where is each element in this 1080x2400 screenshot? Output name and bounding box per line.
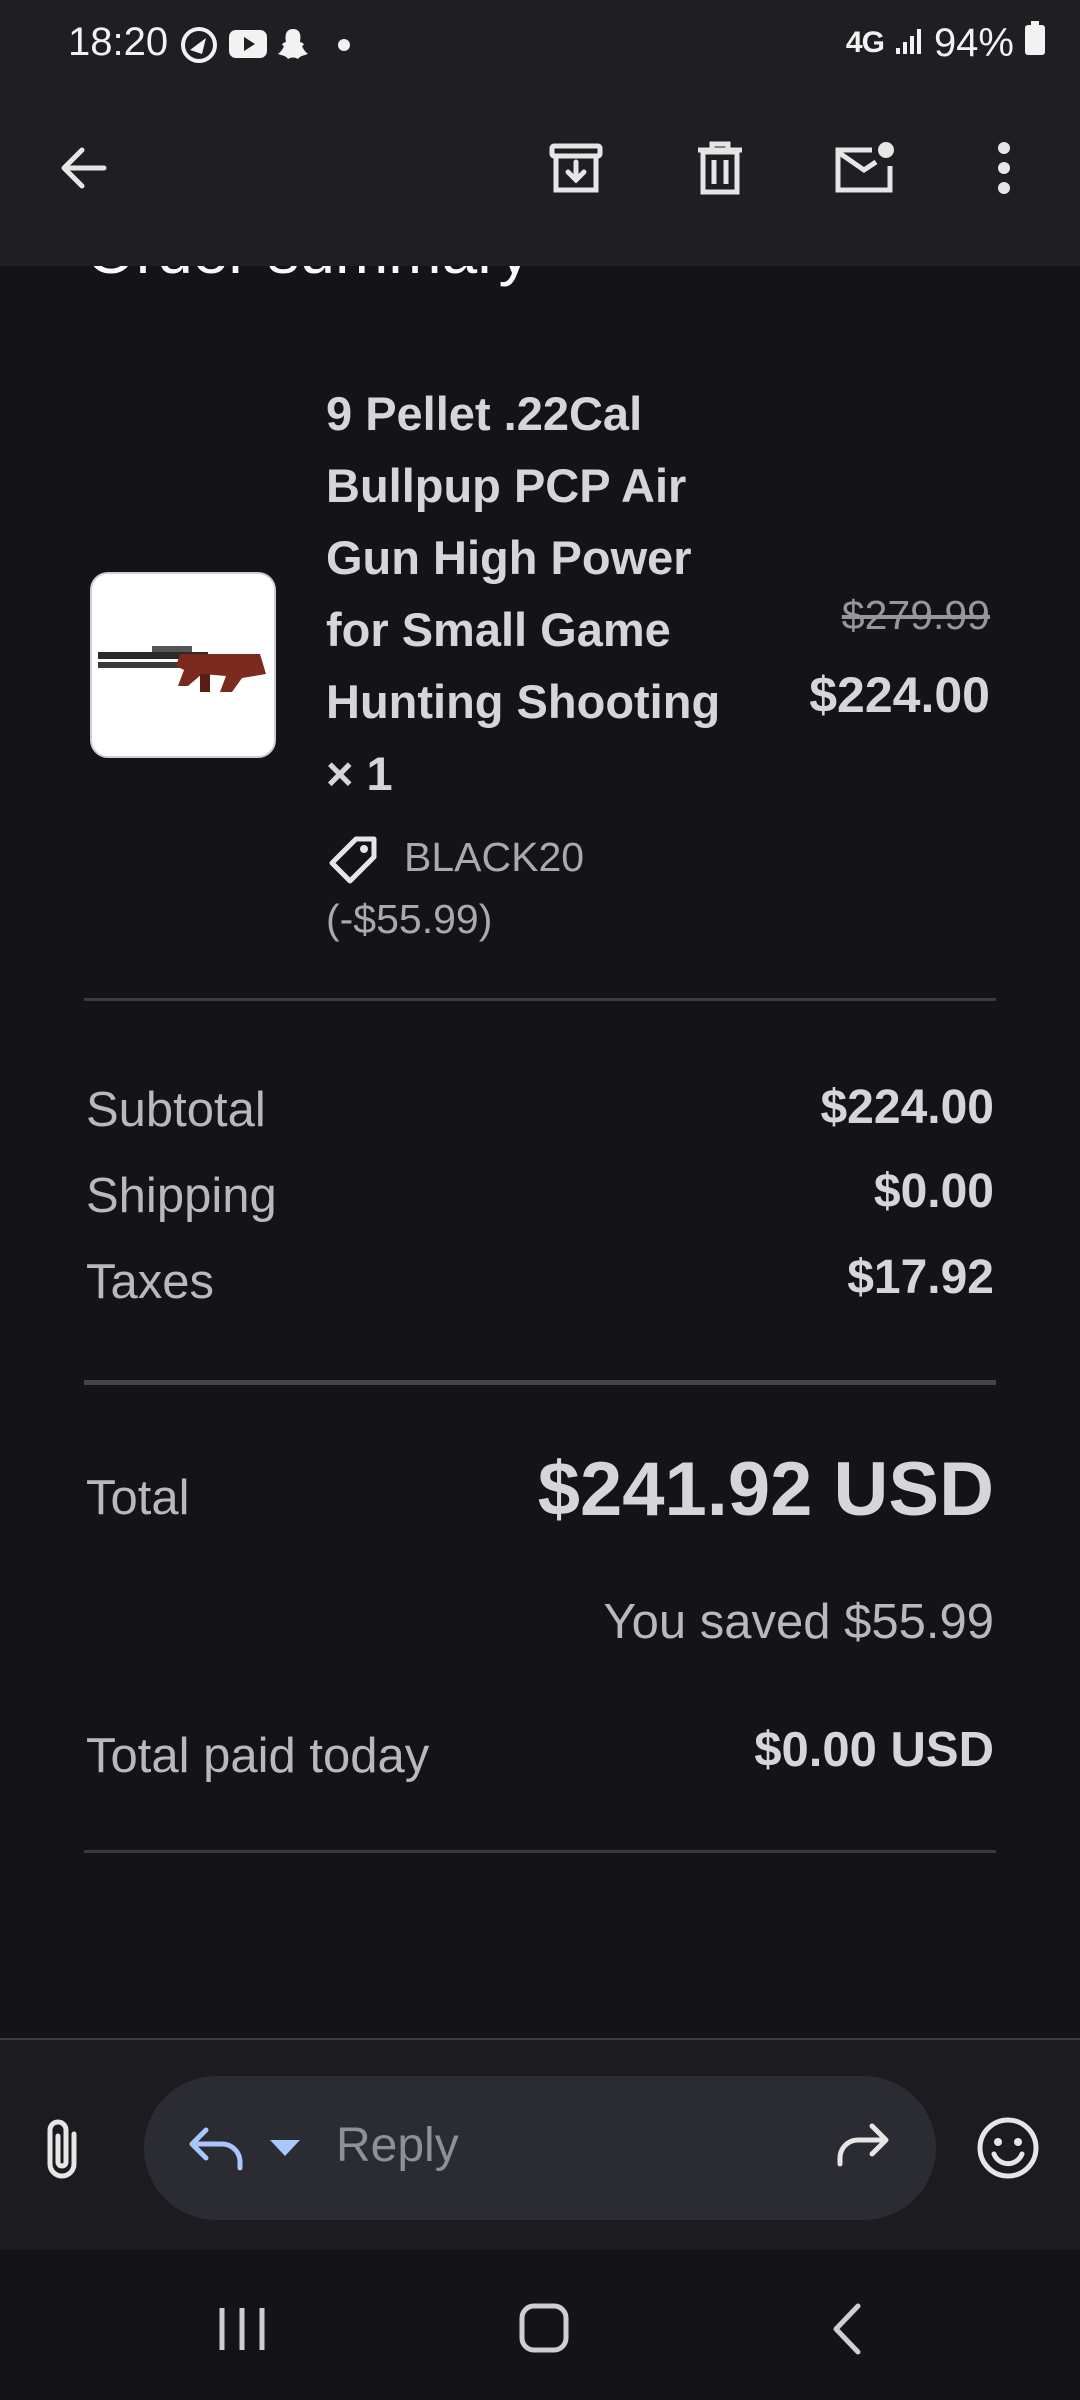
forward-button[interactable]	[834, 2120, 892, 2173]
air-gun-image	[98, 646, 266, 692]
taxes-value: $17.92	[847, 1251, 994, 1304]
trash-icon	[694, 140, 746, 201]
discount-info: BLACK20 (-$55.99)	[326, 826, 686, 950]
product-price: $224.00	[809, 667, 990, 723]
divider-total	[84, 1380, 996, 1385]
home-icon	[518, 2303, 570, 2358]
battery-icon	[1024, 20, 1046, 66]
divider	[84, 998, 996, 1001]
shipping-label: Shipping	[86, 1169, 277, 1223]
youtube-icon	[228, 26, 268, 62]
status-right-cluster: 4G 94%	[846, 20, 1046, 66]
archive-button[interactable]	[536, 130, 616, 210]
total-paid-value: $0.00 USD	[754, 1723, 994, 1777]
network-type: 4G	[845, 26, 885, 59]
dot-icon	[338, 39, 350, 51]
back-button[interactable]	[42, 130, 122, 210]
mark-unread-button[interactable]	[824, 130, 904, 210]
reply-type-button[interactable]	[186, 2124, 300, 2177]
signal-icon	[894, 21, 924, 66]
subtotal-label: Subtotal	[86, 1083, 266, 1137]
product-name: 9 Pellet .22Cal Bullpup PCP Air Gun High…	[326, 387, 721, 800]
recents-icon	[216, 2308, 268, 2356]
recent-apps-button[interactable]	[216, 2306, 268, 2357]
paperclip-icon	[40, 2119, 84, 2186]
forward-arrow-icon	[834, 2123, 892, 2172]
section-title: Order summary	[86, 266, 531, 288]
total-value: $241.92 USD	[537, 1447, 994, 1532]
total-label: Total	[86, 1471, 190, 1525]
system-back-button[interactable]	[828, 2302, 864, 2361]
reply-arrow-icon	[186, 2127, 246, 2176]
attach-button[interactable]	[40, 2118, 84, 2187]
product-thumbnail[interactable]	[90, 572, 276, 758]
reply-placeholder[interactable]: Reply	[336, 2118, 459, 2173]
more-options-button[interactable]	[964, 130, 1044, 210]
chevron-down-icon	[270, 2140, 300, 2163]
original-price: $279.99	[841, 592, 990, 638]
emoji-icon	[976, 2117, 1040, 2184]
more-vert-icon	[996, 141, 1012, 199]
battery-percent: 94%	[933, 20, 1014, 65]
total-paid-label: Total paid today	[86, 1729, 430, 1783]
mail-unread-icon	[832, 140, 896, 201]
subtotal-value: $224.00	[820, 1081, 994, 1134]
snapchat-like-icon	[276, 26, 310, 62]
tag-icon	[326, 833, 380, 887]
archive-icon	[548, 140, 604, 201]
camera-shutter-icon	[180, 26, 218, 63]
delete-button[interactable]	[680, 130, 760, 210]
divider-bottom	[84, 1850, 996, 1853]
you-saved-text: You saved $55.99	[603, 1595, 994, 1649]
section-title-clip: Order summary	[0, 266, 1080, 300]
reply-pill[interactable]	[144, 2076, 936, 2220]
discount-amount: (-$55.99)	[326, 896, 493, 942]
home-button[interactable]	[518, 2302, 570, 2359]
discount-code-text: BLACK20	[404, 834, 585, 880]
status-time: 18:20	[68, 20, 169, 64]
taxes-label: Taxes	[86, 1255, 215, 1309]
shipping-value: $0.00	[873, 1165, 994, 1218]
emoji-button[interactable]	[976, 2116, 1040, 2185]
arrow-back-icon	[56, 142, 108, 199]
chevron-left-icon	[828, 2303, 864, 2360]
